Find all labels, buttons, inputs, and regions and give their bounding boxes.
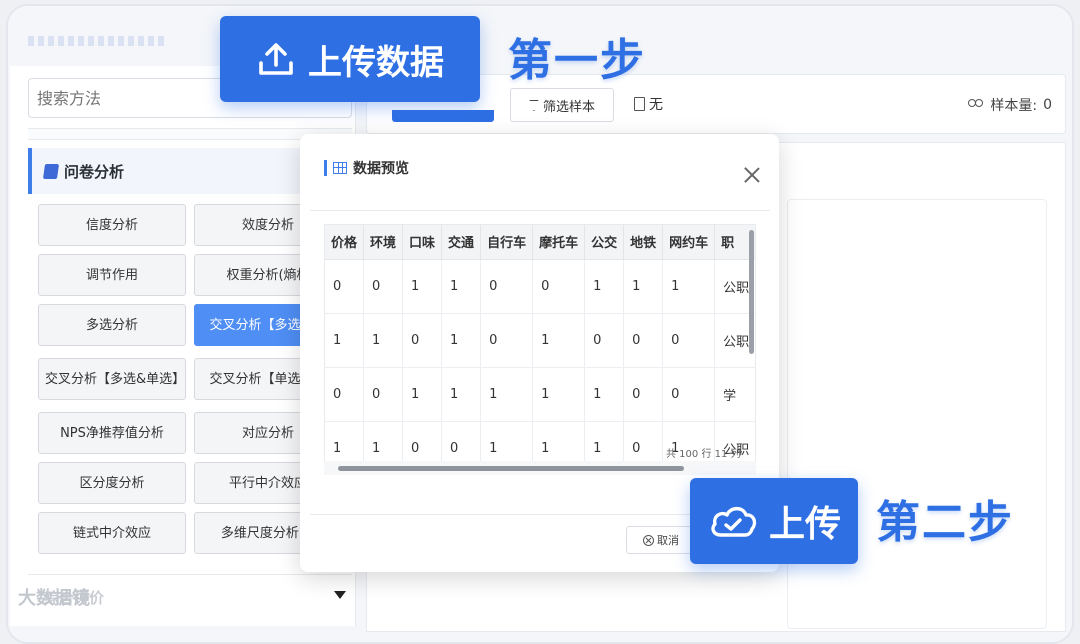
- table-cell: 0: [532, 259, 586, 314]
- table-header-cell: 摩托车: [532, 225, 586, 260]
- users-icon: [968, 99, 984, 111]
- caret-down-icon[interactable]: [334, 591, 346, 599]
- method-button[interactable]: 调节作用: [38, 254, 186, 296]
- method-button[interactable]: 链式中介效应: [38, 512, 186, 554]
- watermark: 大数据镜: [18, 588, 90, 609]
- modal-header: 数据预览: [324, 158, 409, 178]
- table-row: 1 1 0 1 0 1 0 0 0 公职: [325, 313, 755, 368]
- sample-size-value: 0: [1043, 97, 1052, 113]
- method-button[interactable]: NPS净推荐值分析: [38, 412, 186, 454]
- upload-label: 上传: [768, 504, 841, 545]
- method-button[interactable]: 信度分析: [38, 204, 186, 246]
- document-selector[interactable]: 无: [634, 94, 663, 114]
- table-row: 0 0 1 1 0 0 1 1 1 公职: [325, 259, 755, 314]
- table-cell: 0: [623, 313, 664, 368]
- table-cell: 1: [532, 367, 586, 422]
- table-cell: 1: [402, 367, 443, 422]
- step-one-label: 第一步: [508, 35, 646, 86]
- table-cell: 1: [584, 367, 625, 422]
- cloud-check-icon: [711, 506, 757, 537]
- cancel-label: 取消: [657, 534, 679, 547]
- table-cell: 0: [325, 367, 365, 422]
- method-button[interactable]: 区分度分析: [38, 462, 186, 504]
- preview-table: 价格 环境 口味 交通 自行车 摩托车 公交 地铁 网约车职 0 0 1 1 0 0 1 1 1 公职 1 1 0 1 0 1…: [325, 225, 755, 467]
- content-panel: [787, 199, 1047, 629]
- table-cell: 0: [662, 367, 716, 422]
- upload-icon: [259, 43, 293, 75]
- step-two-label: 第二步: [876, 497, 1014, 548]
- cancel-button[interactable]: 取消: [626, 526, 696, 554]
- method-button[interactable]: 多选分析: [38, 304, 186, 346]
- table-header-cell: 交通: [441, 225, 482, 260]
- table-cell: 1: [480, 367, 534, 422]
- upload-data-badge[interactable]: 上传数据: [220, 16, 480, 102]
- modal-title: 数据预览: [353, 161, 409, 177]
- section-title: 问卷分析: [64, 162, 125, 181]
- table-cell: 1: [441, 259, 482, 314]
- document-icon: [634, 97, 645, 111]
- sample-size-label: 样本量:: [990, 98, 1038, 114]
- table-cell: 0: [662, 313, 716, 368]
- document-label: 无: [649, 97, 663, 113]
- table-row: 001111100学: [325, 367, 755, 422]
- table-cell: 1: [441, 313, 482, 368]
- method-button[interactable]: 交叉分析【多选&单选】: [38, 358, 186, 400]
- table-cell: 0: [402, 313, 443, 368]
- table-cell: 1: [532, 313, 586, 368]
- upload-data-label: 上传数据: [308, 42, 444, 83]
- table-cell: 1: [363, 313, 404, 368]
- table-cell: 学: [714, 367, 755, 422]
- table-cell: 0: [623, 367, 664, 422]
- table-cell: 1: [623, 259, 664, 314]
- table-cell: 0: [480, 259, 534, 314]
- horizontal-scrollbar[interactable]: [338, 466, 684, 471]
- table-cell: 0: [363, 367, 404, 422]
- table-cell: 0: [325, 259, 365, 314]
- modal-divider: [310, 210, 770, 211]
- table-cell: 1: [441, 367, 482, 422]
- funnel-icon: [528, 99, 539, 111]
- active-tab-indicator[interactable]: [392, 110, 494, 122]
- table-header-cell: 自行车: [480, 225, 534, 260]
- filter-label: 筛选样本: [542, 99, 595, 115]
- table-cell: 0: [363, 259, 404, 314]
- table-header-row: 价格 环境 口味 交通 自行车 摩托车 公交 地铁 网约车职: [325, 225, 755, 260]
- title-accent-bar: [324, 160, 327, 176]
- row-count-label: 共 100 行 11 列: [666, 449, 741, 460]
- table-header-cell: 地铁: [623, 225, 664, 260]
- upload-badge[interactable]: 上传: [690, 478, 858, 564]
- table-cell: 0: [480, 313, 534, 368]
- table-cell: 1: [662, 259, 716, 314]
- table-icon: [333, 162, 347, 174]
- preview-table-container[interactable]: 价格 环境 口味 交通 自行车 摩托车 公交 地铁 网约车职 0 0 1 1 0 0 1 1 1 公职 1 1 0 1 0 1…: [324, 224, 756, 468]
- vertical-scrollbar[interactable]: [749, 230, 754, 354]
- table-header-cell: 网约车: [662, 225, 716, 260]
- close-circle-icon: [643, 534, 654, 546]
- table-header-cell: 价格: [325, 225, 365, 260]
- sample-size: 样本量: 0: [968, 95, 1052, 115]
- table-header-cell: 公交: [584, 225, 625, 260]
- table-cell: 1: [325, 313, 365, 368]
- filter-samples-button[interactable]: 筛选样本: [510, 88, 614, 122]
- table-header-cell: 环境: [363, 225, 404, 260]
- close-icon[interactable]: [743, 166, 761, 184]
- table-cell: 1: [402, 259, 443, 314]
- table-cell: 0: [584, 313, 625, 368]
- book-icon: [42, 163, 60, 179]
- app-logo-strip: [28, 36, 168, 46]
- table-header-cell: 口味: [402, 225, 443, 260]
- table-cell: 1: [584, 259, 625, 314]
